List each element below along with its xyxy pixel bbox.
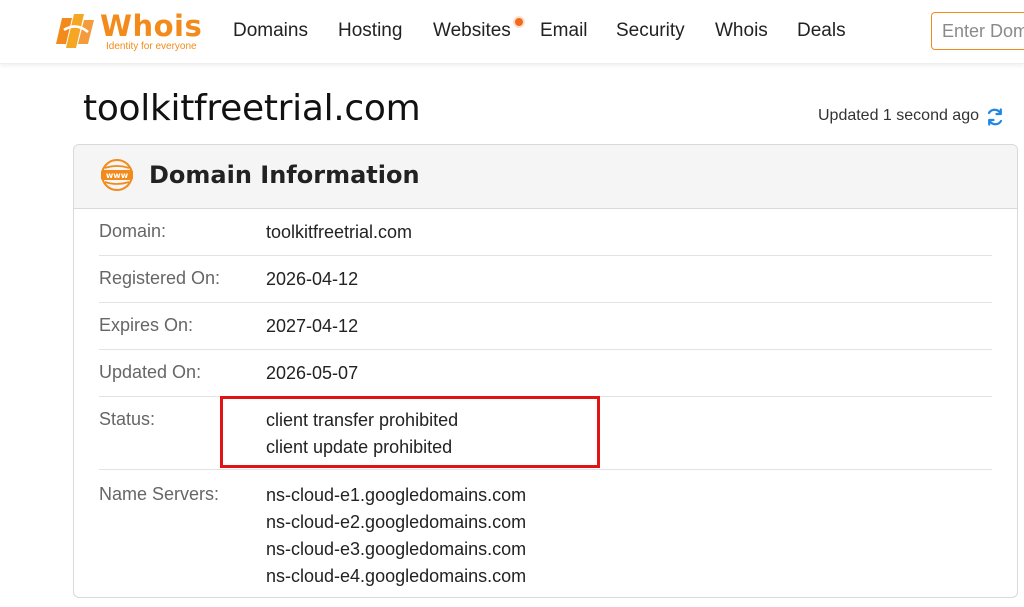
row-value: 2026-05-07 <box>266 360 358 387</box>
status-highlight-box <box>220 396 600 468</box>
info-row-name-servers: Name Servers: ns-cloud-e1.googledomains.… <box>99 470 992 597</box>
nav-item-deals[interactable]: Deals <box>797 20 846 42</box>
row-label: Name Servers: <box>99 484 220 504</box>
domain-info-card: www Domain Information Domain: toolkitfr… <box>73 144 1018 598</box>
svg-text:www: www <box>106 171 129 180</box>
row-value: toolkitfreetrial.com <box>266 219 412 246</box>
info-row-registered: Registered On: 2026-04-12 <box>99 256 992 303</box>
new-badge-dot <box>515 18 523 26</box>
logo-wordmark: Whois <box>100 9 203 43</box>
whois-logo[interactable]: Whois Identity for everyone <box>54 9 204 56</box>
row-value: 2027-04-12 <box>266 313 358 340</box>
nav-item-security[interactable]: Security <box>616 20 685 42</box>
refresh-icon[interactable] <box>985 107 1005 127</box>
row-label: Status: <box>99 409 156 429</box>
nav-item-websites[interactable]: Websites <box>433 20 511 42</box>
name-server: ns-cloud-e2.googledomains.com <box>266 512 527 532</box>
row-label: Expires On: <box>99 315 194 335</box>
nav-item-domains[interactable]: Domains <box>233 20 308 42</box>
updated-value: 2026-05-07 <box>266 363 359 383</box>
site-header: Whois Identity for everyone Domains Host… <box>0 0 1024 64</box>
name-server: ns-cloud-e4.googledomains.com <box>266 566 527 586</box>
row-value: 2026-04-12 <box>266 266 358 293</box>
info-row-expires: Expires On: 2027-04-12 <box>99 303 992 350</box>
nav-item-hosting[interactable]: Hosting <box>338 20 402 42</box>
card-header: www Domain Information <box>74 145 1017 209</box>
info-row-updated: Updated On: 2026-05-07 <box>99 350 992 397</box>
domain-value: toolkitfreetrial.com <box>266 222 413 242</box>
updated-status: Updated 1 second ago <box>817 107 979 124</box>
row-label: Updated On: <box>99 362 202 382</box>
page-title: toolkitfreetrial.com <box>83 88 421 129</box>
name-server: ns-cloud-e1.googledomains.com <box>266 485 527 505</box>
row-label: Domain: <box>99 221 167 241</box>
card-title: Domain Information <box>149 161 420 189</box>
row-value: ns-cloud-e1.googledomains.com ns-cloud-e… <box>266 482 526 590</box>
name-server: ns-cloud-e3.googledomains.com <box>266 539 527 559</box>
expires-value: 2027-04-12 <box>266 316 359 336</box>
logo-icon <box>56 14 94 48</box>
registered-value: 2026-04-12 <box>266 269 359 289</box>
domain-search-input[interactable] <box>931 12 1024 50</box>
info-row-domain: Domain: toolkitfreetrial.com <box>99 209 992 256</box>
www-globe-icon: www <box>101 159 133 191</box>
nav-item-email[interactable]: Email <box>540 20 588 42</box>
nav-item-whois[interactable]: Whois <box>715 20 768 42</box>
logo-tagline: Identity for everyone <box>106 41 197 52</box>
row-label: Registered On: <box>99 268 221 288</box>
